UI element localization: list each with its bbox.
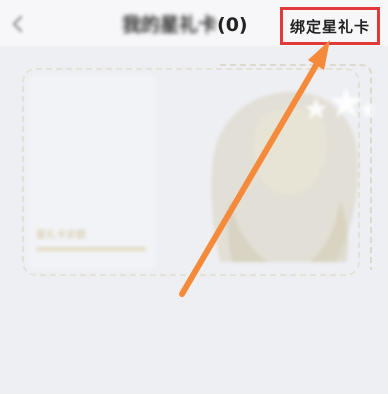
screen: 我的星礼卡(0) 绑定星礼卡 星礼卡余额 — [0, 0, 388, 394]
siren-logo-icon — [211, 86, 377, 262]
card-label-area: 星礼卡余额 — [36, 226, 146, 251]
card-label-text: 星礼卡余额 — [36, 230, 86, 241]
card-label-underline — [36, 247, 146, 251]
